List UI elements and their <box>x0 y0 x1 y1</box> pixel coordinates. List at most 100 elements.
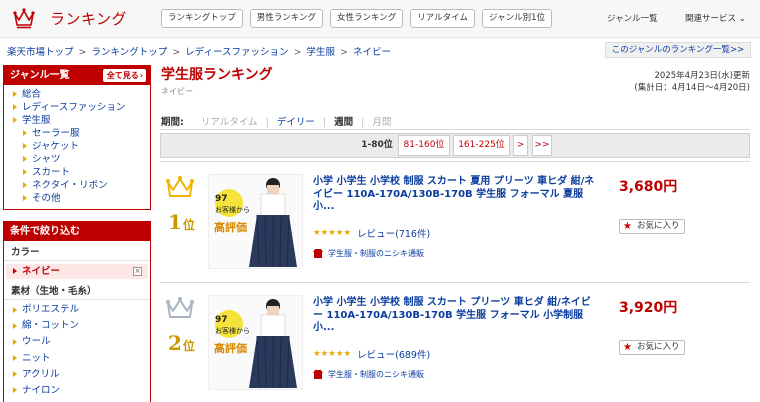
genre-item-shirt[interactable]: シャツ <box>4 153 150 166</box>
divider <box>160 129 750 130</box>
shop-link[interactable]: 学生服・制服のニシキ通販 <box>313 248 424 259</box>
period-daily[interactable]: デイリー <box>277 117 315 128</box>
pager-next[interactable]: > <box>513 135 528 156</box>
genre-item-school-uniform[interactable]: 学生服 <box>4 114 150 127</box>
material-item-cotton[interactable]: 綿・コットン <box>4 318 150 334</box>
bullet-icon <box>13 268 17 274</box>
material-item-label: 綿・コットン <box>22 320 80 332</box>
badge-from: お客様から <box>215 326 250 335</box>
genre-ranking-list-link[interactable]: このジャンルのランキング一覧>> <box>605 42 751 58</box>
material-item-knit[interactable]: ニット <box>4 351 150 367</box>
genre-item-skirt[interactable]: スカート <box>4 166 150 179</box>
breadcrumb-school-uniform[interactable]: 学生服 <box>307 47 336 58</box>
breadcrumb-separator: > <box>340 47 348 58</box>
favorite-label: お気に入り <box>637 221 680 231</box>
divider <box>160 161 750 162</box>
rating-row: ★★★★★ レビュー(716件) <box>313 226 430 240</box>
bullet-icon <box>23 182 27 188</box>
rank-value: 1 <box>168 210 182 234</box>
tab-female-ranking[interactable]: 女性ランキング <box>330 9 404 28</box>
genre-item-jacket[interactable]: ジャケット <box>4 140 150 153</box>
genre-item-label: ジャケット <box>32 141 80 152</box>
color-selected-label: ネイビー <box>22 266 61 277</box>
genre-item-ladies-fashion[interactable]: レディースファッション <box>4 101 150 114</box>
pager-last[interactable]: >> <box>532 135 552 156</box>
genre-item-label: シャツ <box>32 154 61 165</box>
review-link[interactable]: レビュー(716件) <box>357 226 430 240</box>
genre-sidebar-header: ジャンル一覧 全て見る› <box>4 66 150 85</box>
badge-percent: 97 <box>215 315 228 325</box>
shop-link[interactable]: 学生服・制服のニシキ通販 <box>313 369 424 380</box>
breadcrumb-rakuten-top[interactable]: 楽天市場トップ <box>7 47 74 58</box>
breadcrumb-separator: > <box>172 47 181 58</box>
favorite-button[interactable]: ★ お気に入り <box>619 340 685 355</box>
see-all-label: 全て見る <box>106 71 139 80</box>
tab-male-ranking[interactable]: 男性ランキング <box>249 9 323 28</box>
shop-name: 学生服・制服のニシキ通販 <box>328 249 424 258</box>
material-item-nylon[interactable]: ナイロン <box>4 383 150 399</box>
bullet-icon <box>23 156 27 162</box>
badge-high-rating: 高評価 <box>214 220 247 234</box>
genre-item-label: セーラー服 <box>32 128 80 139</box>
product-title-link[interactable]: 小学 小学生 小学校 制服 スカート プリーツ 車ヒダ 紺/ネイビー 110A-… <box>313 297 598 335</box>
filter-sidebar-header: 条件で絞り込む <box>4 222 150 241</box>
clear-filter-icon[interactable]: × <box>133 267 142 276</box>
pager-161-225[interactable]: 161-225位 <box>453 135 510 156</box>
ranking-item: 1位 97 お客様から 高評価 小学 小学生 小学校 制服 スカート 夏用 プリ… <box>160 174 750 286</box>
shop-name: 学生服・制服のニシキ通販 <box>328 370 424 379</box>
period-separator: | <box>265 117 269 128</box>
material-item-acrylic[interactable]: アクリル <box>4 367 150 383</box>
genre-item-sailor[interactable]: セーラー服 <box>4 127 150 140</box>
breadcrumb-ladies-fashion[interactable]: レディースファッション <box>185 47 288 58</box>
tab-realtime[interactable]: リアルタイム <box>410 9 475 28</box>
rank-number: 1位 <box>168 210 195 234</box>
product-title-link[interactable]: 小学 小学生 小学校 制服 スカート 夏用 プリーツ 車ヒダ 紺/ネイビー 11… <box>313 176 598 214</box>
favorite-button[interactable]: ★ お気に入り <box>619 219 685 234</box>
material-item-wool[interactable]: ウール <box>4 334 150 350</box>
genre-sidebar-title: ジャンル一覧 <box>10 70 70 81</box>
bullet-icon <box>23 169 27 175</box>
period-realtime[interactable]: リアルタイム <box>201 117 258 128</box>
genre-item-tie-ribbon[interactable]: ネクタイ・リボン <box>4 179 150 192</box>
rank-suffix: 位 <box>182 339 195 353</box>
genre-item-general[interactable]: 総合 <box>4 88 150 101</box>
genre-item-label: 学生服 <box>22 115 51 126</box>
rating-stars-icon: ★★★★★ <box>313 349 352 359</box>
breadcrumb-navy[interactable]: ネイビー <box>353 47 391 58</box>
page-title: 学生服ランキング <box>161 67 273 83</box>
product-image[interactable]: 97 お客様から 高評価 <box>208 174 303 269</box>
breadcrumb-ranking-top[interactable]: ランキングトップ <box>91 47 167 58</box>
material-filter-title: 素材（生地・毛糸） <box>4 283 150 300</box>
bullet-icon <box>23 130 27 136</box>
pager-81-160[interactable]: 81-160位 <box>398 135 450 156</box>
genre-item-other[interactable]: その他 <box>4 192 150 205</box>
bullet-icon <box>13 117 17 123</box>
filter-sidebar: 条件で絞り込む カラー ネイビー × 素材（生地・毛糸） ポリエステル 綿・コッ… <box>3 221 151 402</box>
material-item-polyester[interactable]: ポリエステル <box>4 302 150 318</box>
breadcrumb: 楽天市場トップ > ランキングトップ > レディースファッション > 学生服 > ネイビー <box>7 44 391 58</box>
bullet-icon <box>13 371 17 378</box>
chevron-right-icon: › <box>139 71 143 80</box>
period-weekly: 週間 <box>334 117 354 128</box>
page-subtitle: ネイビー <box>161 87 193 96</box>
see-all-button[interactable]: 全て見る› <box>102 69 146 82</box>
shop-icon <box>313 369 323 379</box>
review-link[interactable]: レビュー(689件) <box>357 347 430 361</box>
rank-pager: 1-80位 81-160位 161-225位 > >> <box>160 133 750 158</box>
bullet-icon <box>13 338 17 345</box>
brand[interactable]: ランキング <box>12 6 127 30</box>
material-item-label: ニット <box>22 352 51 364</box>
color-selected-navy[interactable]: ネイビー × <box>6 264 148 279</box>
ranking-item: 2位 97 お客様から 高評価 小学 小学生 小学校 制服 スカート プリーツ … <box>160 295 750 402</box>
material-list: ポリエステル 綿・コットン ウール ニット アクリル ナイロン <box>4 300 150 399</box>
genre-item-label: スカート <box>32 167 71 178</box>
rank-value: 2 <box>168 331 182 355</box>
period-separator: | <box>361 117 365 128</box>
badge-high-rating: 高評価 <box>214 341 247 355</box>
tab-ranking-top[interactable]: ランキングトップ <box>161 9 243 28</box>
genre-list-link[interactable]: ジャンル一覧 <box>607 12 658 24</box>
related-services-menu[interactable]: 関連サービス ⌄ <box>685 12 746 24</box>
tab-genre-first[interactable]: ジャンル別1位 <box>482 9 552 28</box>
product-image[interactable]: 97 お客様から 高評価 <box>208 295 303 390</box>
genre-sidebar: ジャンル一覧 全て見る› 総合 レディースファッション 学生服 セーラー服 ジャ… <box>3 65 151 210</box>
